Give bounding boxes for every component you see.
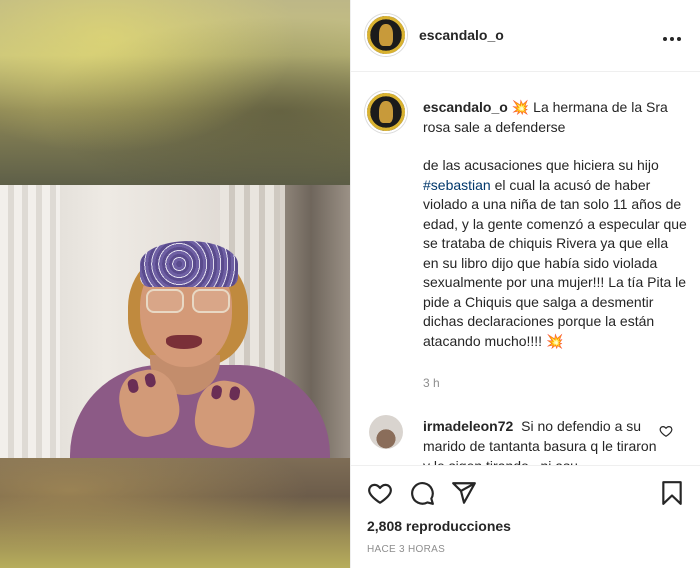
caption-body: de las acusaciones que hiciera su hijo #… [423,156,687,351]
comment-icon[interactable] [409,480,435,506]
nail [228,385,241,402]
collision-emoji-icon: 💥 [545,332,564,349]
comment-text: irmadeleon72 Si no defendio a su marido … [423,416,659,465]
caption-username[interactable]: escandalo_o [423,99,508,115]
post-timestamp[interactable]: HACE 3 HORAS [367,544,445,555]
glasses-lens-right [192,289,230,313]
bookmark-icon[interactable] [659,480,685,506]
more-options-icon[interactable] [663,28,687,42]
hashtag-link[interactable]: #sebastian [423,177,491,193]
person-mouth [166,335,202,349]
curtain-left [0,185,60,458]
dot [663,37,667,41]
post-video[interactable] [0,0,350,568]
heart-icon[interactable] [367,480,393,506]
commenter-username[interactable]: irmadeleon72 [423,418,513,434]
person-bandana [140,241,238,287]
dot [677,37,681,41]
glasses-lens-left [146,289,184,313]
author-username[interactable]: escandalo_o [419,27,504,43]
author-avatar[interactable] [365,14,407,56]
post-caption: escandalo_o 💥 La hermana de la Sra rosa s… [423,98,687,351]
avatar-figure [379,24,393,47]
avatar-figure [379,101,393,124]
video-frame[interactable] [0,185,350,458]
post-header: escandalo_o [351,0,700,72]
nail [126,378,140,394]
paper-plane-icon[interactable] [451,480,477,506]
comments-area[interactable]: escandalo_o 💥 La hermana de la Sra rosa s… [351,72,700,465]
caption-text-after: el cual la acusó de haber violado a una … [423,176,687,349]
video-blur-bottom [0,458,350,568]
nail [210,384,223,400]
dot [670,37,674,41]
comment-row: irmadeleon72 Si no defendio a su marido … [351,412,700,465]
commenter-avatar[interactable] [369,415,403,449]
post-actions: 2,808 reproducciones HACE 3 HORAS [351,465,700,568]
caption-time[interactable]: 3 h [423,376,440,390]
caption-text-before: de las acusaciones que hiciera su hijo [423,157,659,173]
caption-avatar[interactable] [365,91,407,133]
collision-emoji-icon: 💥 [511,99,530,115]
comment-like-heart-icon[interactable] [659,424,673,438]
nail [143,372,157,389]
video-blur-top [0,0,350,185]
person-glasses [146,289,232,315]
post-side-panel: escandalo_o escandalo_o 💥 La hermana de l… [350,0,700,568]
caption-first-line: escandalo_o 💥 La hermana de la Sra rosa s… [423,98,687,137]
view-count[interactable]: 2,808 reproducciones [367,518,511,534]
